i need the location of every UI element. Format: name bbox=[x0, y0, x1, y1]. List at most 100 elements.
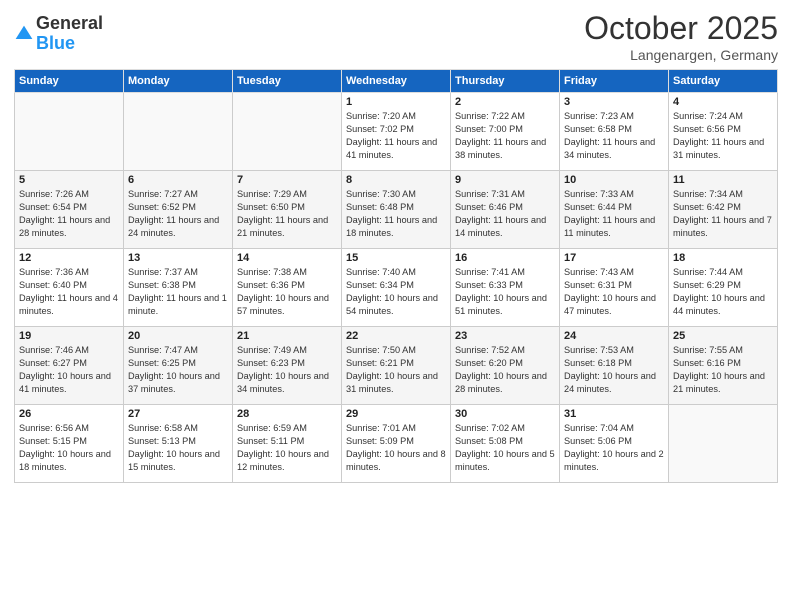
day-number: 20 bbox=[128, 330, 228, 342]
day-info: Sunrise: 7:23 AM Sunset: 6:58 PM Dayligh… bbox=[564, 110, 664, 162]
logo: General Blue bbox=[14, 14, 103, 54]
calendar-cell: 11 Sunrise: 7:34 AM Sunset: 6:42 PM Dayli… bbox=[669, 171, 778, 249]
calendar-header-row: SundayMondayTuesdayWednesdayThursdayFrid… bbox=[15, 70, 778, 93]
day-header-monday: Monday bbox=[124, 70, 233, 93]
calendar-cell: 20Sunrise: 7:47 AM Sunset: 6:25 PM Dayli… bbox=[124, 327, 233, 405]
day-number: 28 bbox=[237, 408, 337, 420]
day-info: Sunrise: 7:36 AM Sunset: 6:40 PM Dayligh… bbox=[19, 266, 119, 318]
logo-icon bbox=[14, 24, 34, 44]
day-number: 24 bbox=[564, 330, 664, 342]
day-info: Sunrise: 7:02 AM Sunset: 5:08 PM Dayligh… bbox=[455, 422, 555, 474]
day-header-saturday: Saturday bbox=[669, 70, 778, 93]
day-number: 11 bbox=[673, 174, 773, 186]
day-info: Sunrise: 7:22 AM Sunset: 7:00 PM Dayligh… bbox=[455, 110, 555, 162]
day-number: 21 bbox=[237, 330, 337, 342]
day-info: Sunrise: 7:53 AM Sunset: 6:18 PM Dayligh… bbox=[564, 344, 664, 396]
calendar-cell: 28 Sunrise: 6:59 AM Sunset: 5:11 PM Dayli… bbox=[233, 405, 342, 483]
calendar-cell bbox=[233, 93, 342, 171]
page: General Blue October 2025 Langenargen, G… bbox=[0, 0, 792, 612]
day-info: Sunrise: 7:31 AM Sunset: 6:46 PM Dayligh… bbox=[455, 188, 555, 240]
calendar-cell: 21Sunrise: 7:49 AM Sunset: 6:23 PM Dayli… bbox=[233, 327, 342, 405]
day-number: 17 bbox=[564, 252, 664, 264]
day-info: Sunrise: 7:55 AM Sunset: 6:16 PM Dayligh… bbox=[673, 344, 773, 396]
day-number: 19 bbox=[19, 330, 119, 342]
day-number: 9 bbox=[455, 174, 555, 186]
day-info: Sunrise: 7:41 AM Sunset: 6:33 PM Dayligh… bbox=[455, 266, 555, 318]
calendar-cell: 17Sunrise: 7:43 AM Sunset: 6:31 PM Dayli… bbox=[560, 249, 669, 327]
day-info: Sunrise: 7:38 AM Sunset: 6:36 PM Dayligh… bbox=[237, 266, 337, 318]
calendar-cell: 23 Sunrise: 7:52 AM Sunset: 6:20 PM Dayli… bbox=[451, 327, 560, 405]
week-row-5: 26 Sunrise: 6:56 AM Sunset: 5:15 PM Dayli… bbox=[15, 405, 778, 483]
calendar-cell: 10Sunrise: 7:33 AM Sunset: 6:44 PM Dayli… bbox=[560, 171, 669, 249]
calendar-cell: 6Sunrise: 7:27 AM Sunset: 6:52 PM Daylig… bbox=[124, 171, 233, 249]
day-header-thursday: Thursday bbox=[451, 70, 560, 93]
calendar-cell: 18Sunrise: 7:44 AM Sunset: 6:29 PM Dayli… bbox=[669, 249, 778, 327]
week-row-4: 19 Sunrise: 7:46 AM Sunset: 6:27 PM Dayli… bbox=[15, 327, 778, 405]
calendar-cell: 24 Sunrise: 7:53 AM Sunset: 6:18 PM Dayli… bbox=[560, 327, 669, 405]
day-header-friday: Friday bbox=[560, 70, 669, 93]
day-number: 3 bbox=[564, 96, 664, 108]
day-info: Sunrise: 7:34 AM Sunset: 6:42 PM Dayligh… bbox=[673, 188, 773, 240]
day-number: 15 bbox=[346, 252, 446, 264]
calendar-cell: 22Sunrise: 7:50 AM Sunset: 6:21 PM Dayli… bbox=[342, 327, 451, 405]
day-info: Sunrise: 7:37 AM Sunset: 6:38 PM Dayligh… bbox=[128, 266, 228, 318]
day-number: 8 bbox=[346, 174, 446, 186]
day-number: 7 bbox=[237, 174, 337, 186]
day-number: 13 bbox=[128, 252, 228, 264]
calendar-cell: 26 Sunrise: 6:56 AM Sunset: 5:15 PM Dayli… bbox=[15, 405, 124, 483]
calendar-cell: 14 Sunrise: 7:38 AM Sunset: 6:36 PM Dayli… bbox=[233, 249, 342, 327]
calendar-cell: 3 Sunrise: 7:23 AM Sunset: 6:58 PM Daylig… bbox=[560, 93, 669, 171]
logo-general: General bbox=[36, 14, 103, 34]
calendar-table: SundayMondayTuesdayWednesdayThursdayFrid… bbox=[14, 69, 778, 483]
day-info: Sunrise: 7:46 AM Sunset: 6:27 PM Dayligh… bbox=[19, 344, 119, 396]
day-number: 31 bbox=[564, 408, 664, 420]
day-number: 26 bbox=[19, 408, 119, 420]
calendar-cell: 29Sunrise: 7:01 AM Sunset: 5:09 PM Dayli… bbox=[342, 405, 451, 483]
calendar-cell: 25 Sunrise: 7:55 AM Sunset: 6:16 PM Dayli… bbox=[669, 327, 778, 405]
day-number: 5 bbox=[19, 174, 119, 186]
week-row-3: 12 Sunrise: 7:36 AM Sunset: 6:40 PM Dayli… bbox=[15, 249, 778, 327]
title-block: October 2025 Langenargen, Germany bbox=[584, 10, 778, 63]
week-row-2: 5 Sunrise: 7:26 AM Sunset: 6:54 PM Daylig… bbox=[15, 171, 778, 249]
logo-blue: Blue bbox=[36, 34, 103, 54]
calendar-cell: 19 Sunrise: 7:46 AM Sunset: 6:27 PM Dayli… bbox=[15, 327, 124, 405]
day-header-sunday: Sunday bbox=[15, 70, 124, 93]
day-info: Sunrise: 7:20 AM Sunset: 7:02 PM Dayligh… bbox=[346, 110, 446, 162]
day-info: Sunrise: 7:27 AM Sunset: 6:52 PM Dayligh… bbox=[128, 188, 228, 240]
day-number: 1 bbox=[346, 96, 446, 108]
day-info: Sunrise: 7:30 AM Sunset: 6:48 PM Dayligh… bbox=[346, 188, 446, 240]
day-header-wednesday: Wednesday bbox=[342, 70, 451, 93]
calendar-cell: 13 Sunrise: 7:37 AM Sunset: 6:38 PM Dayli… bbox=[124, 249, 233, 327]
day-number: 27 bbox=[128, 408, 228, 420]
day-number: 10 bbox=[564, 174, 664, 186]
day-number: 2 bbox=[455, 96, 555, 108]
calendar-cell: 15Sunrise: 7:40 AM Sunset: 6:34 PM Dayli… bbox=[342, 249, 451, 327]
calendar-cell: 7 Sunrise: 7:29 AM Sunset: 6:50 PM Daylig… bbox=[233, 171, 342, 249]
day-info: Sunrise: 7:50 AM Sunset: 6:21 PM Dayligh… bbox=[346, 344, 446, 396]
location: Langenargen, Germany bbox=[584, 47, 778, 63]
logo-text: General Blue bbox=[36, 14, 103, 54]
calendar-cell: 12 Sunrise: 7:36 AM Sunset: 6:40 PM Dayli… bbox=[15, 249, 124, 327]
day-info: Sunrise: 6:59 AM Sunset: 5:11 PM Dayligh… bbox=[237, 422, 337, 474]
calendar-cell bbox=[15, 93, 124, 171]
day-info: Sunrise: 7:01 AM Sunset: 5:09 PM Dayligh… bbox=[346, 422, 446, 474]
day-info: Sunrise: 6:56 AM Sunset: 5:15 PM Dayligh… bbox=[19, 422, 119, 474]
day-number: 23 bbox=[455, 330, 555, 342]
header: General Blue October 2025 Langenargen, G… bbox=[14, 10, 778, 63]
day-info: Sunrise: 7:26 AM Sunset: 6:54 PM Dayligh… bbox=[19, 188, 119, 240]
calendar-cell: 1 Sunrise: 7:20 AM Sunset: 7:02 PM Daylig… bbox=[342, 93, 451, 171]
calendar-cell bbox=[124, 93, 233, 171]
day-info: Sunrise: 7:29 AM Sunset: 6:50 PM Dayligh… bbox=[237, 188, 337, 240]
day-info: Sunrise: 7:04 AM Sunset: 5:06 PM Dayligh… bbox=[564, 422, 664, 474]
calendar-cell: 30Sunrise: 7:02 AM Sunset: 5:08 PM Dayli… bbox=[451, 405, 560, 483]
day-number: 14 bbox=[237, 252, 337, 264]
day-number: 4 bbox=[673, 96, 773, 108]
day-number: 25 bbox=[673, 330, 773, 342]
day-info: Sunrise: 7:52 AM Sunset: 6:20 PM Dayligh… bbox=[455, 344, 555, 396]
calendar-cell bbox=[669, 405, 778, 483]
day-number: 16 bbox=[455, 252, 555, 264]
day-number: 18 bbox=[673, 252, 773, 264]
day-number: 12 bbox=[19, 252, 119, 264]
calendar-cell: 2 Sunrise: 7:22 AM Sunset: 7:00 PM Daylig… bbox=[451, 93, 560, 171]
calendar-cell: 8 Sunrise: 7:30 AM Sunset: 6:48 PM Daylig… bbox=[342, 171, 451, 249]
